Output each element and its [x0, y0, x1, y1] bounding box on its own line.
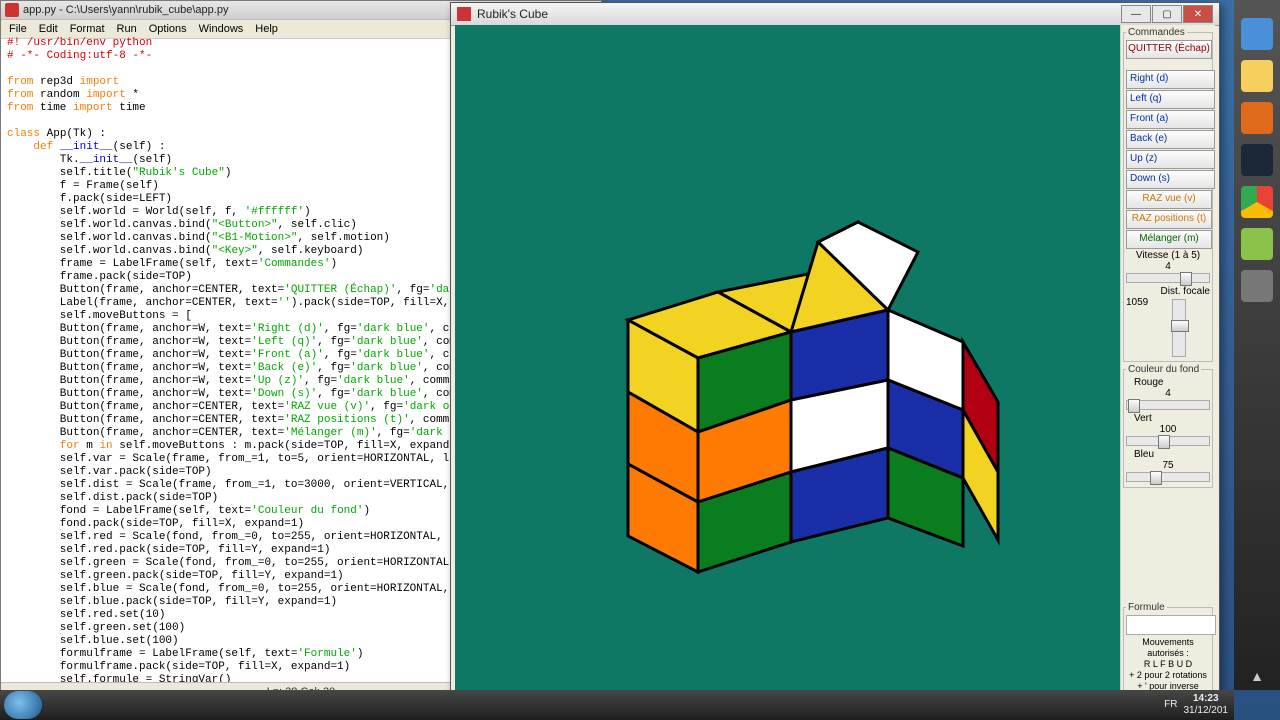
rubiks-cube-graphic — [568, 142, 1008, 582]
tk-icon — [457, 7, 471, 21]
system-tray: FR 14:2331/12/201 — [1164, 693, 1234, 717]
python-icon — [5, 3, 19, 17]
menu-help[interactable]: Help — [249, 21, 284, 37]
vitesse-slider[interactable] — [1126, 273, 1210, 283]
vitesse-label: Vitesse (1 à 5) — [1126, 250, 1210, 261]
menu-windows[interactable]: Windows — [193, 21, 250, 37]
vert-value: 100 — [1126, 424, 1210, 435]
couleur-label: Couleur du fond — [1126, 364, 1201, 375]
formule-group: Formule Mouvements autorisés :R L F B U … — [1123, 602, 1213, 695]
dist-slider[interactable] — [1172, 299, 1186, 357]
commandes-group: Commandes QUITTER (Échap) Right (d) Left… — [1123, 27, 1213, 362]
dock-icon-firefox[interactable] — [1241, 102, 1273, 134]
dock-icon-explorer[interactable] — [1241, 60, 1273, 92]
dist-value: 1059 — [1126, 297, 1148, 308]
rubiks-title-text: Rubik's Cube — [477, 7, 548, 21]
formule-input[interactable] — [1126, 615, 1216, 635]
bleu-slider[interactable] — [1126, 472, 1210, 482]
formule-label: Formule — [1126, 602, 1167, 613]
raz-vue-button[interactable]: RAZ vue (v) — [1126, 190, 1212, 209]
rouge-value: 4 — [1126, 388, 1210, 399]
raz-pos-button[interactable]: RAZ positions (t) — [1126, 210, 1212, 229]
rouge-label: Rouge — [1126, 377, 1210, 388]
quit-button[interactable]: QUITTER (Échap) — [1126, 40, 1212, 59]
move-front-button[interactable]: Front (a) — [1126, 110, 1215, 129]
move-right-button[interactable]: Right (d) — [1126, 70, 1215, 89]
menu-options[interactable]: Options — [143, 21, 193, 37]
menu-run[interactable]: Run — [111, 21, 143, 37]
menu-format[interactable]: Format — [64, 21, 111, 37]
dock-icon-chrome[interactable] — [1241, 186, 1273, 218]
dock-expand-icon[interactable]: ▲ — [1250, 668, 1264, 684]
dist-label: Dist. focale — [1126, 286, 1210, 297]
taskbar: FR 14:2331/12/201 — [0, 690, 1234, 720]
rubiks-titlebar[interactable]: Rubik's Cube — ▢ ✕ — [451, 3, 1219, 26]
formule-note: Mouvements autorisés :R L F B U D + 2 po… — [1126, 637, 1210, 692]
vert-label: Vert — [1126, 413, 1210, 424]
editor-title-text: app.py - C:\Users\yann\rubik_cube\app.py — [23, 4, 228, 16]
menu-file[interactable]: File — [3, 21, 33, 37]
cube-canvas[interactable] — [455, 25, 1120, 699]
move-left-button[interactable]: Left (q) — [1126, 90, 1215, 109]
commandes-label: Commandes — [1126, 27, 1187, 38]
rubiks-window: Rubik's Cube — ▢ ✕ — [450, 2, 1220, 704]
right-dock: ▲ — [1234, 0, 1280, 690]
controls-panel: Commandes QUITTER (Échap) Right (d) Left… — [1120, 25, 1215, 699]
move-up-button[interactable]: Up (z) — [1126, 150, 1215, 169]
vert-slider[interactable] — [1126, 436, 1210, 446]
clock[interactable]: 14:2331/12/201 — [1184, 693, 1229, 717]
menu-edit[interactable]: Edit — [33, 21, 64, 37]
language-indicator[interactable]: FR — [1164, 699, 1177, 711]
maximize-button[interactable]: ▢ — [1152, 5, 1182, 23]
minimize-button[interactable]: — — [1121, 5, 1151, 23]
couleur-group: Couleur du fond Rouge 4 Vert 100 Bleu 75 — [1123, 364, 1213, 488]
start-button[interactable] — [4, 691, 42, 719]
dock-icon-other[interactable] — [1241, 270, 1273, 302]
melanger-button[interactable]: Mélanger (m) — [1126, 230, 1212, 249]
bleu-label: Bleu — [1126, 449, 1210, 460]
rouge-slider[interactable] — [1126, 400, 1210, 410]
move-back-button[interactable]: Back (e) — [1126, 130, 1215, 149]
dock-icon-desktop[interactable] — [1241, 18, 1273, 50]
move-down-button[interactable]: Down (s) — [1126, 170, 1215, 189]
vitesse-value: 4 — [1126, 261, 1210, 272]
close-button[interactable]: ✕ — [1183, 5, 1213, 23]
dock-icon-steam[interactable] — [1241, 144, 1273, 176]
bleu-value: 75 — [1126, 460, 1210, 471]
dock-icon-app[interactable] — [1241, 228, 1273, 260]
